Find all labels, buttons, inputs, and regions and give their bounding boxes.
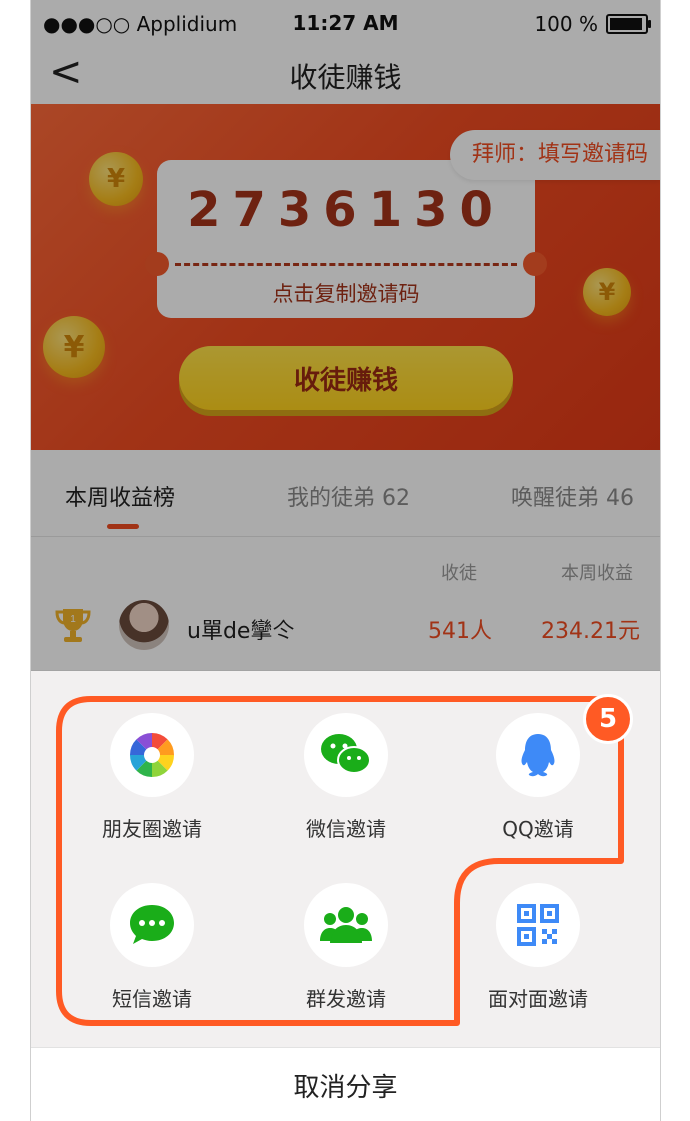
share-label: 朋友圈邀请: [102, 817, 202, 841]
phone-screen: ●●●○○ Applidium 11:27 AM 100 % < 收徒赚钱 ¥ …: [30, 0, 661, 1121]
share-label: 群发邀请: [306, 987, 386, 1011]
share-wechat[interactable]: 微信邀请: [271, 713, 421, 853]
share-sheet: 朋友圈邀请 微信邀请 QQ邀请 短信邀请 群发邀请 面对面邀请: [31, 671, 660, 1047]
share-label: 短信邀请: [112, 987, 192, 1011]
share-icon-circle: [496, 713, 580, 797]
cancel-share-button[interactable]: 取消分享: [31, 1047, 660, 1121]
share-group-send[interactable]: 群发邀请: [271, 883, 421, 1023]
sms-icon: [130, 905, 174, 944]
moments-icon: [129, 732, 175, 778]
step-badge: 5: [583, 694, 633, 744]
share-label: 微信邀请: [306, 817, 386, 841]
share-icon-circle: [304, 883, 388, 967]
qr-code-icon: [517, 904, 559, 946]
share-label: 面对面邀请: [488, 987, 588, 1011]
share-icon-circle: [304, 713, 388, 797]
share-icon-circle: [110, 713, 194, 797]
share-label: QQ邀请: [502, 817, 574, 841]
share-icon-circle: [496, 883, 580, 967]
qq-icon: [521, 734, 555, 777]
share-sms[interactable]: 短信邀请: [77, 883, 227, 1023]
group-send-icon: [320, 907, 372, 943]
wechat-icon: [321, 734, 371, 774]
share-icon-circle: [110, 883, 194, 967]
share-face-to-face[interactable]: 面对面邀请: [463, 883, 613, 1023]
share-moments[interactable]: 朋友圈邀请: [77, 713, 227, 853]
modal-backdrop[interactable]: [31, 0, 660, 671]
